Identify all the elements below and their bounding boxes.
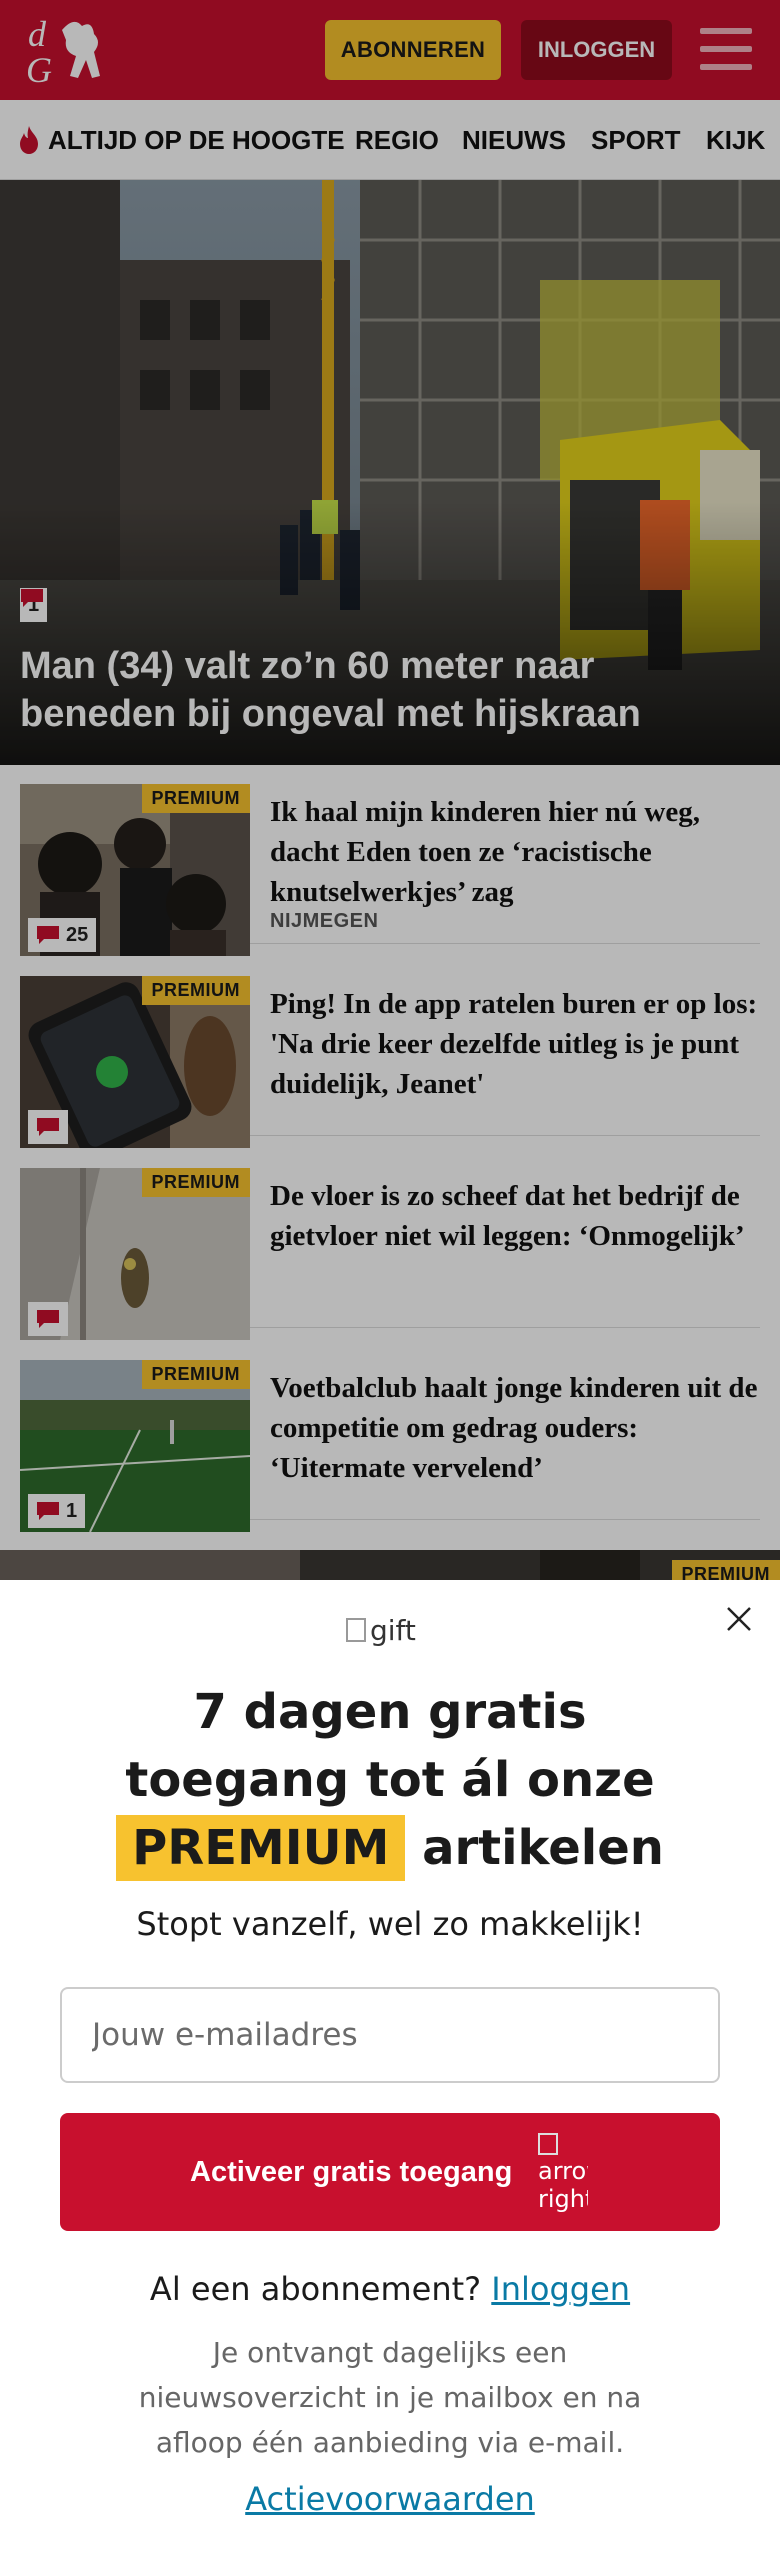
- login-link[interactable]: Inloggen: [491, 2270, 630, 2308]
- email-field[interactable]: [60, 1987, 720, 2083]
- cta-label: Activeer gratis toegang: [190, 2155, 513, 2188]
- existing-subscription-line: Al een abonnement? Inloggen: [0, 2270, 780, 2308]
- terms-link[interactable]: Actievoorwaarden: [0, 2480, 780, 2518]
- login-prompt: Al een abonnement?: [149, 2270, 482, 2308]
- modal-backdrop[interactable]: [0, 0, 780, 1580]
- modal-heading-line-1: 7 dagen gratis: [193, 1684, 587, 1740]
- disclaimer-text: Je ontvangt dagelijks een nieuwsoverzich…: [138, 2336, 642, 2459]
- close-icon[interactable]: [724, 1604, 754, 1634]
- premium-highlight: PREMIUM: [116, 1815, 406, 1881]
- modal-heading-line-3: PREMIUM artikelen: [0, 1814, 780, 1882]
- broken-image-icon: [346, 1618, 366, 1642]
- broken-image-icon: [538, 2133, 558, 2155]
- heading-artikelen: artikelen: [422, 1820, 664, 1876]
- arrow-right-icon: arrow right: [538, 2129, 588, 2229]
- modal-heading-line-2: toegang tot ál onze: [125, 1752, 655, 1808]
- gift-alt-text: gift: [370, 1613, 416, 1647]
- activate-free-access-button[interactable]: Activeer gratis toegang arrow right: [60, 2113, 720, 2231]
- premium-trial-modal: gift 7 dagen gratis toegang tot ál onze …: [0, 1580, 780, 2560]
- modal-subline: Stopt vanzelf, wel zo makkelijk!: [136, 1905, 644, 1943]
- arrow-alt-text: arrow right: [538, 2157, 588, 2213]
- gift-image: gift: [346, 1610, 436, 1650]
